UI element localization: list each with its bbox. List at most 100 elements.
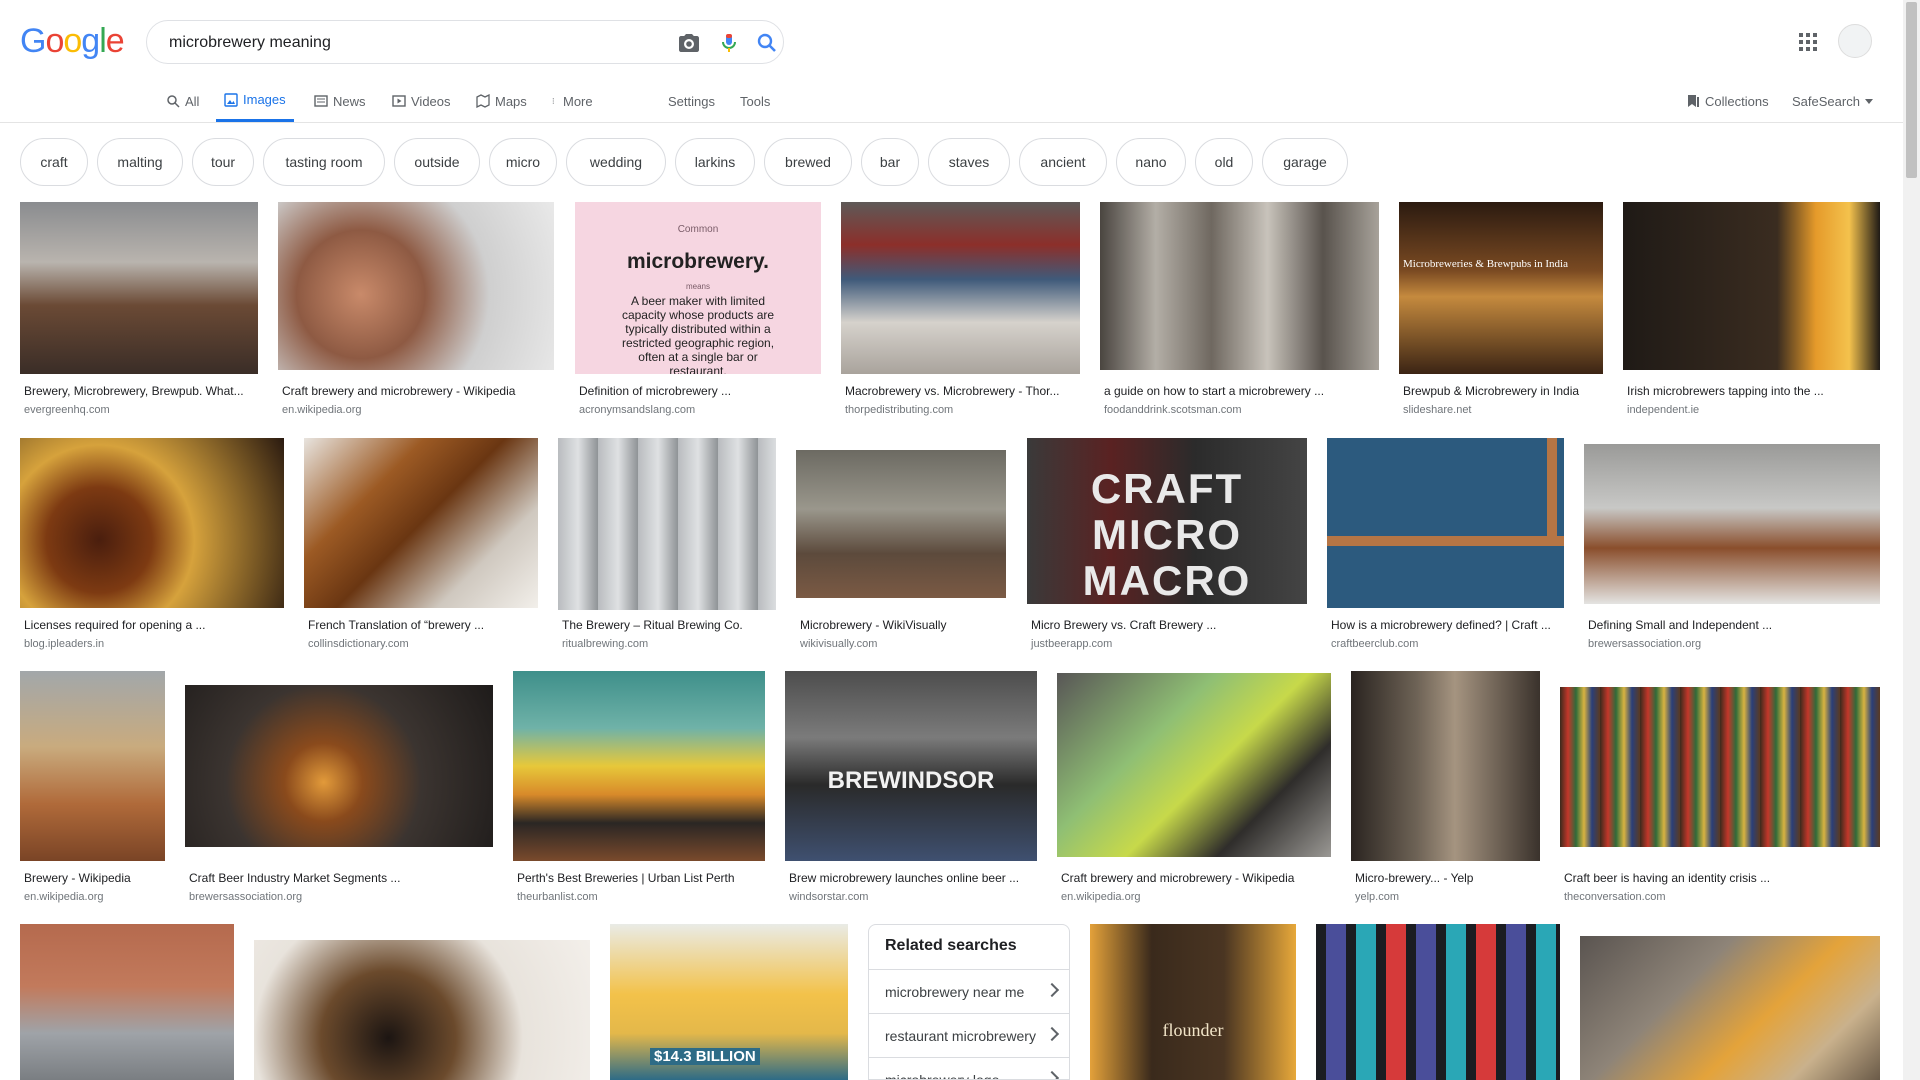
- image-result[interactable]: Micro-brewery... - Yelp yelp.com: [1351, 671, 1540, 903]
- image-result[interactable]: Craft Beer Industry Market Segments ... …: [185, 671, 493, 903]
- result-title[interactable]: Brewery, Microbrewery, Brewpub. What...: [24, 384, 256, 398]
- related-search-item[interactable]: microbrewery logo: [869, 1057, 1069, 1079]
- result-title[interactable]: Craft brewery and microbrewery - Wikiped…: [1061, 871, 1329, 885]
- result-title[interactable]: Brew microbrewery launches online beer .…: [789, 871, 1035, 885]
- result-thumbnail[interactable]: [1584, 444, 1880, 604]
- result-thumbnail[interactable]: [513, 671, 765, 861]
- result-title[interactable]: Defining Small and Independent ...: [1588, 618, 1878, 632]
- chip[interactable]: garage: [1262, 138, 1348, 186]
- result-title[interactable]: Craft brewery and microbrewery - Wikiped…: [282, 384, 552, 398]
- result-thumbnail[interactable]: [1623, 202, 1880, 370]
- image-result[interactable]: a guide on how to start a microbrewery .…: [1100, 202, 1379, 416]
- image-result[interactable]: [1580, 924, 1880, 1080]
- image-result[interactable]: Brewery - Wikipedia en.wikipedia.org: [20, 671, 165, 903]
- chip[interactable]: old: [1195, 138, 1253, 186]
- result-thumbnail[interactable]: BREWINDSOR: [785, 671, 1037, 861]
- result-thumbnail[interactable]: [841, 202, 1080, 374]
- result-thumbnail[interactable]: CRAFT MICRO MACRO: [1027, 438, 1307, 604]
- result-title[interactable]: Perth's Best Breweries | Urban List Pert…: [517, 871, 763, 885]
- image-result[interactable]: Defining Small and Independent ... brewe…: [1584, 438, 1880, 652]
- image-result[interactable]: [1316, 924, 1560, 1080]
- result-thumbnail[interactable]: [254, 940, 590, 1080]
- result-thumbnail[interactable]: [796, 450, 1006, 598]
- image-result[interactable]: Microbreweries & Brewpubs in India Brewp…: [1399, 202, 1603, 416]
- related-search-item[interactable]: microbrewery near me: [869, 969, 1069, 1013]
- result-title[interactable]: Brewery - Wikipedia: [24, 871, 163, 885]
- result-title[interactable]: How is a microbrewery defined? | Craft .…: [1331, 618, 1562, 632]
- chip[interactable]: micro: [489, 138, 557, 186]
- result-thumbnail[interactable]: [1327, 438, 1564, 608]
- result-title[interactable]: Microbrewery - WikiVisually: [800, 618, 1004, 632]
- image-result[interactable]: Craft brewery and microbrewery - Wikiped…: [1057, 671, 1331, 903]
- search-icon[interactable]: [755, 31, 779, 55]
- image-result[interactable]: Craft beer is having an identity crisis …: [1560, 671, 1880, 903]
- chip[interactable]: nano: [1116, 138, 1186, 186]
- result-title[interactable]: Brewpub & Microbrewery in India: [1403, 384, 1601, 398]
- result-title[interactable]: The Brewery – Ritual Brewing Co.: [562, 618, 774, 632]
- chip[interactable]: malting: [97, 138, 183, 186]
- apps-grid-icon[interactable]: [1796, 30, 1820, 54]
- image-result[interactable]: Microbrewery - WikiVisually wikivisually…: [796, 438, 1006, 652]
- image-result[interactable]: BREWINDSOR Brew microbrewery launches on…: [785, 671, 1037, 903]
- tab-images[interactable]: Images: [216, 80, 294, 122]
- tab-more[interactable]: More: [552, 80, 593, 122]
- result-thumbnail[interactable]: [20, 202, 258, 374]
- chip[interactable]: larkins: [675, 138, 755, 186]
- related-search-item[interactable]: restaurant microbrewery: [869, 1013, 1069, 1057]
- image-result[interactable]: [20, 924, 234, 1080]
- result-title[interactable]: Micro Brewery vs. Craft Brewery ...: [1031, 618, 1305, 632]
- chip[interactable]: tasting room: [263, 138, 385, 186]
- result-thumbnail[interactable]: [1100, 202, 1379, 370]
- result-title[interactable]: French Translation of “brewery ...: [308, 618, 536, 632]
- result-thumbnail[interactable]: Microbreweries & Brewpubs in India: [1399, 202, 1603, 374]
- image-result[interactable]: French Translation of “brewery ... colli…: [304, 438, 538, 652]
- result-thumbnail[interactable]: [1580, 936, 1880, 1080]
- chip[interactable]: brewed: [764, 138, 852, 186]
- result-thumbnail[interactable]: [304, 438, 538, 608]
- result-title[interactable]: Micro-brewery... - Yelp: [1355, 871, 1538, 885]
- chip[interactable]: wedding: [566, 138, 666, 186]
- result-thumbnail[interactable]: [20, 924, 234, 1080]
- tab-maps[interactable]: Maps: [476, 80, 527, 122]
- collections-link[interactable]: Collections: [1686, 80, 1769, 122]
- google-logo[interactable]: Google: [20, 22, 125, 61]
- image-result[interactable]: The Brewery – Ritual Brewing Co. ritualb…: [558, 438, 776, 652]
- image-result[interactable]: How is a microbrewery defined? | Craft .…: [1327, 438, 1564, 652]
- result-thumbnail[interactable]: [20, 671, 165, 861]
- tab-news[interactable]: News: [314, 80, 366, 122]
- image-result[interactable]: Licenses required for opening a ... blog…: [20, 438, 284, 652]
- chip[interactable]: bar: [861, 138, 919, 186]
- result-thumbnail[interactable]: [1057, 673, 1331, 857]
- result-title[interactable]: Irish microbrewers tapping into the ...: [1627, 384, 1878, 398]
- result-thumbnail[interactable]: [1351, 671, 1540, 861]
- result-thumbnail[interactable]: $14.3 BILLION: [610, 924, 848, 1080]
- result-title[interactable]: a guide on how to start a microbrewery .…: [1104, 384, 1377, 398]
- chip[interactable]: outside: [394, 138, 480, 186]
- result-thumbnail[interactable]: [20, 438, 284, 608]
- search-input[interactable]: [167, 21, 651, 65]
- camera-icon[interactable]: [677, 31, 701, 55]
- chip[interactable]: craft: [20, 138, 88, 186]
- result-thumbnail[interactable]: [1560, 687, 1880, 847]
- image-result[interactable]: Perth's Best Breweries | Urban List Pert…: [513, 671, 765, 903]
- tab-all[interactable]: All: [166, 80, 199, 122]
- image-result[interactable]: [254, 924, 590, 1080]
- result-thumbnail[interactable]: flounder: [1090, 924, 1296, 1080]
- result-title[interactable]: Licenses required for opening a ...: [24, 618, 282, 632]
- image-result[interactable]: Craft brewery and microbrewery - Wikiped…: [278, 202, 554, 416]
- microphone-icon[interactable]: [717, 31, 741, 55]
- result-thumbnail[interactable]: Common microbrewery. means A beer maker …: [575, 202, 821, 374]
- scrollbar-thumb[interactable]: [1906, 2, 1917, 178]
- result-title[interactable]: Craft Beer Industry Market Segments ...: [189, 871, 491, 885]
- tab-tools[interactable]: Tools: [740, 80, 770, 122]
- result-thumbnail[interactable]: [1316, 924, 1560, 1080]
- image-result[interactable]: Irish microbrewers tapping into the ... …: [1623, 202, 1880, 416]
- image-result[interactable]: Macrobrewery vs. Microbrewery - Thor... …: [841, 202, 1080, 416]
- tab-videos[interactable]: Videos: [392, 80, 451, 122]
- image-result[interactable]: Brewery, Microbrewery, Brewpub. What... …: [20, 202, 258, 416]
- result-title[interactable]: Definition of microbrewery ...: [579, 384, 819, 398]
- result-title[interactable]: Macrobrewery vs. Microbrewery - Thor...: [845, 384, 1078, 398]
- result-thumbnail[interactable]: [278, 202, 554, 370]
- image-result[interactable]: CRAFT MICRO MACRO Micro Brewery vs. Craf…: [1027, 438, 1307, 652]
- chip[interactable]: ancient: [1019, 138, 1107, 186]
